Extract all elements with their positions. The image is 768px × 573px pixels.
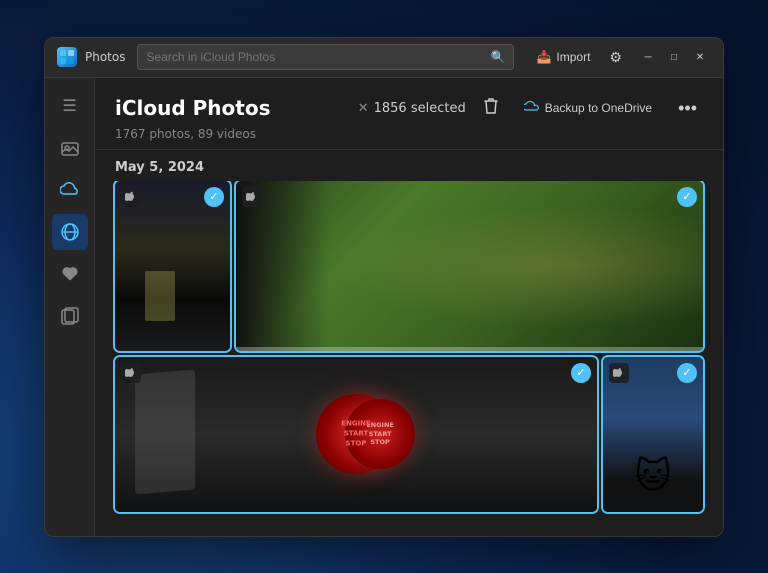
sidebar-item-favorites[interactable]: [52, 256, 88, 292]
app-body: ☰: [45, 78, 723, 536]
photo-night-1[interactable]: ✓: [115, 181, 230, 351]
header-top-row: iCloud Photos ✕ 1856 selected: [115, 94, 703, 123]
photo-grid: ✓ ✓: [95, 181, 723, 536]
more-options-button[interactable]: •••: [672, 95, 703, 122]
import-button[interactable]: 📥 Import: [530, 47, 596, 67]
sidebar-item-cloud[interactable]: [52, 172, 88, 208]
photo-cat-1[interactable]: 🐱 ✓: [603, 357, 703, 512]
header-actions: ✕ 1856 selected: [358, 94, 703, 123]
main-header: iCloud Photos ✕ 1856 selected: [95, 78, 723, 150]
titlebar-actions: 📥 Import ⚙: [530, 46, 625, 69]
sidebar-item-albums[interactable]: [52, 298, 88, 334]
window-controls: ─ □ ✕: [637, 46, 711, 68]
check-badge-1: ✓: [204, 187, 224, 207]
apple-badge-3: [121, 363, 141, 383]
app-icon: [57, 47, 77, 67]
photo-car-1[interactable]: ENGINESTARTSTOP ✓: [115, 357, 597, 512]
delete-button[interactable]: [478, 94, 504, 123]
photo-row-2: ENGINESTARTSTOP ✓ 🐱: [115, 357, 703, 512]
date-section-label: May 5, 2024: [95, 150, 723, 181]
sidebar-item-menu[interactable]: ☰: [52, 88, 88, 124]
sidebar-item-photos[interactable]: [52, 130, 88, 166]
check-badge-4: ✓: [677, 363, 697, 383]
selected-badge: ✕ 1856 selected: [358, 101, 466, 116]
sidebar-item-icloud[interactable]: [52, 214, 88, 250]
backup-label: Backup to OneDrive: [545, 101, 652, 115]
check-badge-2: ✓: [677, 187, 697, 207]
onedrive-icon: [524, 100, 540, 117]
import-label: Import: [556, 50, 590, 64]
search-input[interactable]: [146, 50, 484, 64]
maximize-button[interactable]: □: [663, 46, 685, 68]
sidebar: ☰: [45, 78, 95, 536]
apple-badge-1: [121, 187, 141, 207]
apple-badge-4: [609, 363, 629, 383]
photos-count-subtitle: 1767 photos, 89 videos: [115, 127, 703, 141]
search-bar[interactable]: 🔍: [137, 44, 514, 70]
main-content: iCloud Photos ✕ 1856 selected: [95, 78, 723, 536]
photo-row-1: ✓ ✓: [115, 181, 703, 351]
clear-selection-button[interactable]: ✕: [358, 101, 369, 116]
close-button[interactable]: ✕: [689, 46, 711, 68]
backup-button[interactable]: Backup to OneDrive: [516, 96, 660, 121]
minimize-button[interactable]: ─: [637, 46, 659, 68]
selected-count: 1856 selected: [374, 101, 466, 116]
titlebar: Photos 🔍 📥 Import ⚙ ─ □ ✕: [45, 38, 723, 78]
search-icon: 🔍: [491, 50, 506, 64]
page-title: iCloud Photos: [115, 96, 271, 120]
apple-badge-2: [242, 187, 262, 207]
import-icon: 📥: [536, 50, 551, 64]
settings-button[interactable]: ⚙: [606, 46, 625, 69]
photo-green-1[interactable]: ✓: [236, 181, 703, 351]
app-title-label: Photos: [85, 50, 125, 64]
check-badge-3: ✓: [571, 363, 591, 383]
app-window: Photos 🔍 📥 Import ⚙ ─ □ ✕ ☰: [44, 37, 724, 537]
